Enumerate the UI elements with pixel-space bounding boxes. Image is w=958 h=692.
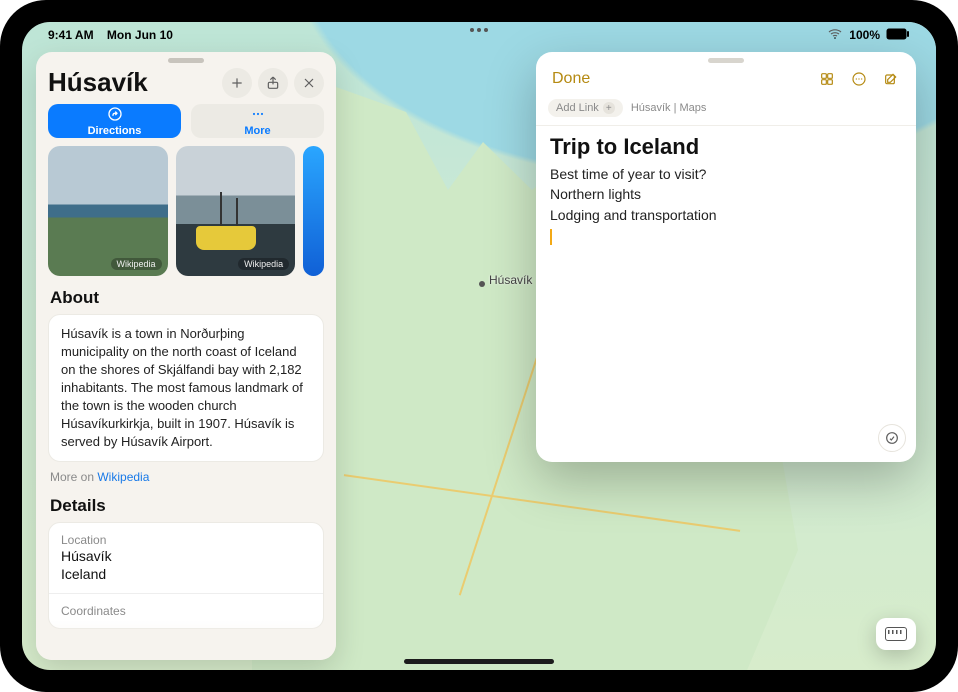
compose-button[interactable] bbox=[876, 64, 906, 94]
battery-icon bbox=[886, 28, 910, 43]
location-value-country: Iceland bbox=[61, 565, 311, 583]
status-right: 100% bbox=[827, 26, 910, 45]
details-box: Location Húsavík Iceland Coordinates bbox=[48, 522, 324, 629]
status-time: 9:41 AM bbox=[48, 28, 94, 42]
coordinates-label: Coordinates bbox=[61, 604, 311, 618]
note-grabber[interactable] bbox=[708, 58, 744, 63]
multitask-control[interactable] bbox=[470, 28, 488, 32]
more-button[interactable]: More bbox=[191, 104, 324, 138]
link-breadcrumb[interactable]: Húsavík | Maps bbox=[631, 102, 707, 114]
photo-credit: Wikipedia bbox=[238, 258, 289, 270]
text-cursor bbox=[550, 229, 552, 245]
note-title[interactable]: Trip to Iceland bbox=[550, 134, 902, 160]
place-photo[interactable]: Wikipedia bbox=[176, 146, 296, 276]
keyboard-icon bbox=[885, 627, 907, 641]
done-button[interactable]: Done bbox=[546, 68, 596, 90]
show-keyboard-button[interactable] bbox=[876, 618, 916, 650]
photo-carousel[interactable]: Wikipedia Wikipedia bbox=[36, 146, 336, 286]
status-bar: 9:41 AM Mon Jun 10 100% bbox=[22, 22, 936, 44]
status-left: 9:41 AM Mon Jun 10 bbox=[48, 28, 173, 42]
card-grabber[interactable] bbox=[168, 58, 204, 63]
gallery-view-button[interactable] bbox=[812, 64, 842, 94]
more-label: More bbox=[244, 125, 270, 137]
location-label: Location bbox=[61, 533, 311, 547]
markup-button[interactable] bbox=[878, 424, 906, 452]
more-actions-button[interactable] bbox=[844, 64, 874, 94]
more-on-prefix: More on bbox=[50, 470, 97, 484]
add-link-chip[interactable]: Add Link + bbox=[548, 99, 623, 117]
screen: Húsavík 9:41 AM Mon Jun 10 100% bbox=[22, 22, 936, 670]
map-pin-label: Húsavík bbox=[489, 273, 532, 287]
note-line[interactable]: Lodging and transportation bbox=[550, 205, 902, 225]
more-on-wikipedia[interactable]: More on Wikipedia bbox=[36, 468, 336, 494]
note-body[interactable]: Trip to Iceland Best time of year to vis… bbox=[536, 126, 916, 253]
place-photo-peek[interactable] bbox=[303, 146, 324, 276]
battery-percent: 100% bbox=[849, 28, 880, 42]
add-link-label: Add Link bbox=[556, 102, 599, 114]
details-heading: Details bbox=[36, 494, 336, 522]
directions-button[interactable]: Directions bbox=[48, 104, 181, 138]
link-suggestion-row: Add Link + Húsavík | Maps bbox=[536, 99, 916, 126]
share-button[interactable] bbox=[258, 68, 288, 98]
about-heading: About bbox=[36, 286, 336, 314]
close-button[interactable] bbox=[294, 68, 324, 98]
note-line[interactable]: Best time of year to visit? bbox=[550, 164, 902, 184]
place-title: Húsavík bbox=[48, 67, 216, 98]
ipad-frame: Húsavík 9:41 AM Mon Jun 10 100% bbox=[0, 0, 958, 692]
about-text: Húsavík is a town in Norðurþing municipa… bbox=[48, 314, 324, 462]
plus-icon: + bbox=[603, 102, 615, 114]
quick-note-window[interactable]: Done Add Link + Húsavík | Maps bbox=[536, 52, 916, 462]
directions-icon bbox=[107, 106, 123, 124]
place-photo[interactable]: Wikipedia bbox=[48, 146, 168, 276]
status-date: Mon Jun 10 bbox=[107, 28, 173, 42]
directions-label: Directions bbox=[88, 125, 142, 137]
wikipedia-link[interactable]: Wikipedia bbox=[97, 470, 149, 484]
photo-credit: Wikipedia bbox=[111, 258, 162, 270]
note-toolbar: Done bbox=[536, 65, 916, 99]
home-indicator[interactable] bbox=[404, 659, 554, 664]
location-value-city: Húsavík bbox=[61, 547, 311, 565]
wifi-icon bbox=[827, 26, 843, 45]
place-card[interactable]: Húsavík Directions bbox=[36, 52, 336, 660]
note-line[interactable]: Northern lights bbox=[550, 184, 902, 204]
add-button[interactable] bbox=[222, 68, 252, 98]
more-icon bbox=[250, 106, 266, 124]
